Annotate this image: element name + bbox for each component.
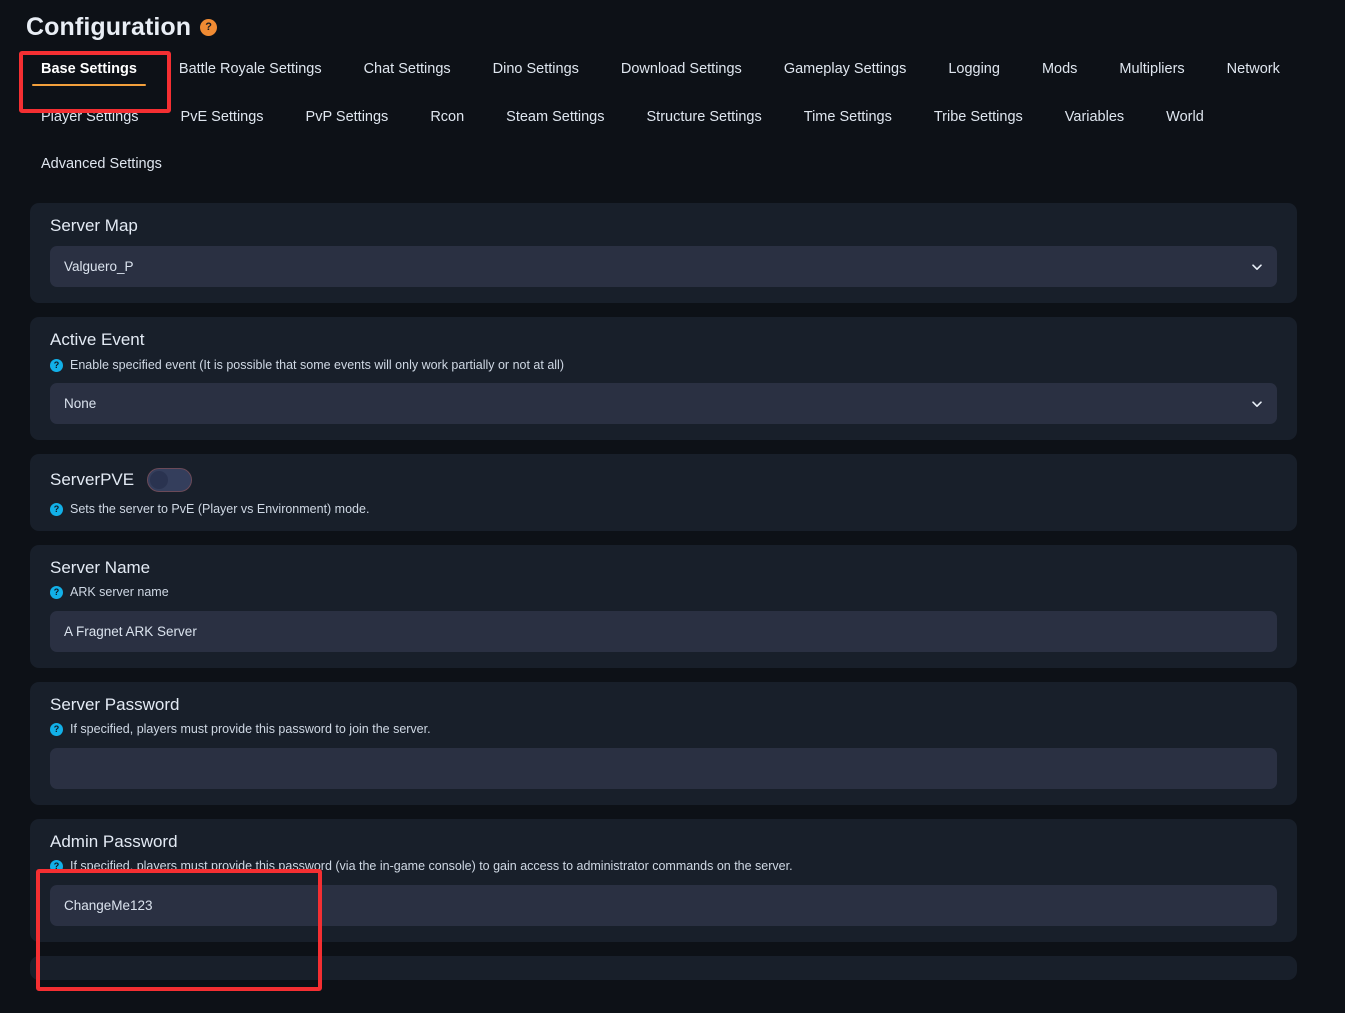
question-mark-icon[interactable]: ? <box>200 19 218 36</box>
settings-content: Server Map Valguero_P Active Event ? Ena… <box>0 189 1345 980</box>
setting-card-server-map: Server Map Valguero_P <box>30 202 1297 304</box>
tab-variables[interactable]: Variables <box>1044 94 1145 142</box>
tab-label: PvE Settings <box>180 108 264 125</box>
tab-label: Structure Settings <box>646 108 762 125</box>
admin-password-description: ? If specified, players must provide thi… <box>50 859 1277 873</box>
server-name-input[interactable]: A Fragnet ARK Server <box>50 610 1277 652</box>
tab-pve-settings[interactable]: PvE Settings <box>160 94 285 142</box>
tab-label: Tribe Settings <box>933 108 1023 125</box>
tab-world[interactable]: World <box>1145 94 1225 142</box>
tab-label: PvP Settings <box>305 108 389 125</box>
tab-chat-settings[interactable]: Chat Settings <box>343 46 472 94</box>
tab-label: Variables <box>1064 108 1125 125</box>
tab-structure-settings[interactable]: Structure Settings <box>626 94 783 142</box>
tab-base-settings[interactable]: Base Settings <box>20 46 158 94</box>
admin-password-label: Admin Password <box>50 831 178 851</box>
tab-label: Gameplay Settings <box>783 61 907 77</box>
tab-label: Player Settings <box>41 108 139 125</box>
tab-label: Base Settings <box>41 61 137 77</box>
question-mark-icon[interactable]: ? <box>50 358 63 372</box>
server-pve-row: ServerPVE <box>50 468 1277 493</box>
question-mark-icon[interactable]: ? <box>50 502 63 516</box>
question-mark-icon[interactable]: ? <box>50 586 63 599</box>
tab-battle-royale-settings[interactable]: Battle Royale Settings <box>158 46 343 94</box>
server-name-label: Server Name <box>50 557 151 577</box>
tab-download-settings[interactable]: Download Settings <box>600 46 763 94</box>
tab-pvp-settings[interactable]: PvP Settings <box>285 94 410 142</box>
tab-label: Dino Settings <box>492 61 579 77</box>
tab-label: Battle Royale Settings <box>178 61 322 77</box>
tab-label: Network <box>1226 61 1280 77</box>
setting-card-server-password: Server Password ? If specified, players … <box>30 681 1297 805</box>
tab-label: Advanced Settings <box>41 156 162 172</box>
tab-mods[interactable]: Mods <box>1021 46 1098 94</box>
tab-label: Download Settings <box>620 61 742 77</box>
tab-time-settings[interactable]: Time Settings <box>783 94 913 142</box>
server-pve-label: ServerPVE <box>50 469 135 489</box>
setting-card-next-partial <box>30 955 1297 980</box>
server-name-value: A Fragnet ARK Server <box>64 623 197 639</box>
page-title: Configuration <box>26 13 192 41</box>
chevron-down-icon[interactable] <box>1251 261 1263 273</box>
tab-label: Multipliers <box>1119 61 1185 77</box>
server-map-label: Server Map <box>50 215 138 235</box>
setting-card-server-pve: ServerPVE ? Sets the server to PvE (Play… <box>30 454 1297 531</box>
page-header: Configuration ? <box>0 0 1345 46</box>
tab-player-settings[interactable]: Player Settings <box>20 94 160 142</box>
setting-card-server-name: Server Name ? ARK server name A Fragnet … <box>30 544 1297 668</box>
tab-advanced-settings[interactable]: Advanced Settings <box>20 141 183 189</box>
server-name-description: ? ARK server name <box>50 585 1277 599</box>
tab-label: World <box>1166 108 1204 125</box>
description-text: If specified, players must provide this … <box>70 722 431 737</box>
tab-multipliers[interactable]: Multipliers <box>1098 46 1205 94</box>
server-map-value: Valguero_P <box>64 259 134 275</box>
question-mark-icon[interactable]: ? <box>50 723 63 737</box>
tab-label: Chat Settings <box>363 61 451 77</box>
tab-label: Mods <box>1041 61 1078 77</box>
server-pve-description: ? Sets the server to PvE (Player vs Envi… <box>50 502 1277 516</box>
toggle-knob <box>150 471 169 490</box>
active-event-value: None <box>64 396 97 412</box>
tab-tribe-settings[interactable]: Tribe Settings <box>913 94 1044 142</box>
server-map-select[interactable]: Valguero_P <box>50 246 1277 288</box>
active-event-label: Active Event <box>50 330 145 350</box>
question-mark-icon[interactable]: ? <box>50 860 63 874</box>
tab-label: Rcon <box>430 108 465 125</box>
setting-card-active-event: Active Event ? Enable specified event (I… <box>30 317 1297 441</box>
tab-dino-settings[interactable]: Dino Settings <box>472 46 600 94</box>
active-event-description: ? Enable specified event (It is possible… <box>50 358 1277 372</box>
settings-tab-bar: Base Settings Battle Royale Settings Cha… <box>0 46 1345 189</box>
tab-logging[interactable]: Logging <box>927 46 1021 94</box>
tab-rcon[interactable]: Rcon <box>409 94 485 142</box>
server-password-label: Server Password <box>50 694 180 714</box>
chevron-down-icon[interactable] <box>1251 398 1263 410</box>
description-text: If specified, players must provide this … <box>70 859 793 874</box>
setting-card-admin-password: Admin Password ? If specified, players m… <box>30 818 1297 942</box>
description-text: ARK server name <box>70 585 169 600</box>
tab-network[interactable]: Network <box>1206 46 1301 94</box>
description-text: Enable specified event (It is possible t… <box>70 357 564 372</box>
admin-password-value: ChangeMe123 <box>64 897 153 913</box>
tab-label: Logging <box>948 61 1000 77</box>
server-password-input[interactable] <box>50 747 1277 789</box>
tab-steam-settings[interactable]: Steam Settings <box>485 94 625 142</box>
description-text: Sets the server to PvE (Player vs Enviro… <box>70 502 370 517</box>
tab-gameplay-settings[interactable]: Gameplay Settings <box>763 46 928 94</box>
server-password-description: ? If specified, players must provide thi… <box>50 722 1277 736</box>
server-pve-toggle[interactable] <box>147 468 193 493</box>
tab-label: Steam Settings <box>506 108 605 125</box>
active-event-select[interactable]: None <box>50 383 1277 425</box>
admin-password-input[interactable]: ChangeMe123 <box>50 884 1277 926</box>
tab-label: Time Settings <box>803 108 892 125</box>
